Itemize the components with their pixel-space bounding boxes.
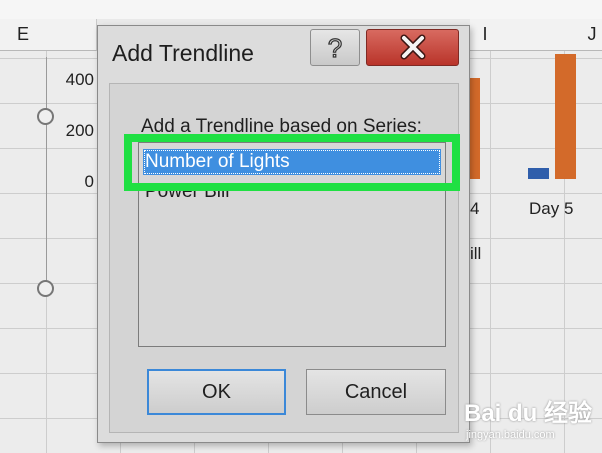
close-button[interactable] [366,29,459,66]
column-header-e[interactable]: E [0,19,47,51]
help-button[interactable]: ? [310,29,360,66]
column-header-j-label: J [587,24,597,44]
question-mark-icon: ? [327,32,343,63]
bar-day5-blue[interactable] [528,168,549,179]
y-tick-400: 400 [65,70,94,89]
baidu-jingyan-watermark: Bai du 经验 jingyan.baidu.com [464,393,599,451]
column-header-blank[interactable] [500,19,583,51]
column-header-i-label: I [482,24,488,44]
ok-button[interactable]: OK [147,369,286,415]
bar-day5-orange[interactable] [555,54,576,179]
close-icon [400,34,425,60]
bar-day4-orange[interactable] [470,78,480,179]
svg-text:?: ? [328,33,342,63]
y-tick-0: 0 [84,172,94,191]
ribbon-edge [0,0,602,19]
watermark-logo: Bai du 经验 [464,400,593,427]
legend-fragment: ill [470,244,482,263]
x-label-day4: 4 [470,199,480,218]
dialog-title: Add Trendline [112,40,254,66]
y-tick-200: 200 [65,121,94,140]
chart-resize-handle-bottom-left[interactable] [37,280,54,297]
instruction-highlight-frame [124,134,460,191]
column-header-j[interactable]: J [582,19,602,51]
x-label-day5: Day 5 [529,199,574,218]
column-header-i[interactable]: I [470,19,501,51]
column-header-e-label: E [16,24,29,44]
column-header-f[interactable] [46,19,97,51]
cancel-button[interactable]: Cancel [306,369,446,415]
watermark-url: jingyan.baidu.com [466,429,555,441]
